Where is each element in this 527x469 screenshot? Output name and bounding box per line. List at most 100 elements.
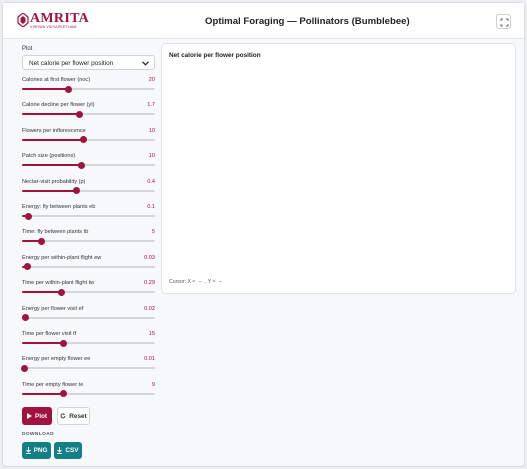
download-csv-button[interactable]: CSV [54,442,82,459]
slider-track[interactable] [22,237,155,245]
slider-fill [22,291,62,294]
slider-control[interactable]: Calorie decline per flower (yl) 1.7 [22,102,155,124]
slider-value: 1.7 [147,102,155,109]
slider-fill [22,164,82,167]
slider-label: Energy per empty flower ee [22,356,91,363]
cursor-x-label: Cursor: X ≈ [169,279,196,285]
slider-track[interactable] [22,110,155,118]
slider-label: Flowers per inflorescence [22,127,86,134]
download-csv-label: CSV [65,447,79,454]
slider-value: 15 [148,331,155,337]
slider-track[interactable] [22,390,155,398]
slider-track[interactable] [22,136,155,144]
slider-thumb[interactable] [21,364,29,372]
chart-title: Net calorie per flower position [169,52,261,59]
slider-control[interactable]: Time per within-plant flight tw 0.29 [22,280,155,302]
slider-track[interactable] [22,161,155,169]
slider-thumb[interactable] [73,187,81,195]
slider-control[interactable]: Energy per within-plant flight ew 0.03 [22,255,155,277]
slider-fill [22,392,64,395]
slider-value: 0.01 [144,356,155,363]
slider-label: Energy per within-plant flight ew [22,254,102,261]
cursor-x-value: – [198,279,202,285]
slider-track[interactable] [22,314,155,322]
slider-track[interactable] [21,364,155,372]
slider-thumb[interactable] [25,212,33,220]
slider-track[interactable] [22,212,155,220]
slider-track[interactable] [22,187,155,195]
slider-label: Calories at first flower (noc) [22,77,91,83]
amrita-logo: AMRITA VISHWA VIDYAPEETHAM [17,10,89,32]
slider-track[interactable] [22,263,155,271]
slider-track[interactable] [22,339,155,347]
plot-select-label: Plot [22,46,33,52]
slider-track[interactable] [22,288,155,296]
cursor-y-value: – [218,279,222,285]
slider-thumb[interactable] [75,110,83,118]
slider-label: Energy: fly between plants eb [22,204,96,210]
slider-thumb[interactable] [65,85,73,93]
slider-value: 10 [148,153,155,160]
app-title: Optimal Foraging — Pollinators (Bumblebe… [205,16,410,27]
reset-button-label: Reset [69,412,87,420]
slider-label: Time per flower visit tf [22,331,77,337]
slider-thumb[interactable] [59,390,67,398]
slider-fill [22,113,80,116]
slider-label: Nectar-visit probability (p) [22,178,86,185]
slider-label: Calorie decline per flower (yl) [22,102,95,109]
slider-label: Energy per flower visit ef [22,305,84,312]
slider-label: Time: fly between plants tb [22,229,89,236]
plot-type-select[interactable]: Net calorie per flower position [22,55,155,70]
slider-track[interactable] [22,85,155,93]
slider-fill [22,138,84,141]
slider-value: 0.29 [144,280,155,287]
slider-control[interactable]: Time per empty flower te 9 [22,382,155,404]
slider-value: 20 [148,77,155,83]
plot-button[interactable]: Plot [22,407,52,425]
slider-control[interactable]: Energy: fly between plants eb 0.1 [22,204,155,226]
fullscreen-button[interactable] [496,14,511,29]
slider-thumb[interactable] [78,161,86,169]
slider-control[interactable]: Energy per flower visit ef 0.02 [22,306,155,328]
slider-thumb[interactable] [58,288,66,296]
download-png-label: PNG [33,447,48,454]
slider-fill [22,88,69,90]
slider-fill [22,342,64,344]
logo-emblem-icon [17,13,29,27]
slider-control[interactable]: Time: fly between plants tb 5 [22,229,155,251]
app-frame: AMRITA VISHWA VIDYAPEETHAM Optimal Forag… [2,2,525,467]
slider-value: 10 [148,127,155,134]
slider-control[interactable]: Patch size (positions) 10 [22,153,155,175]
chart-panel: Net calorie per flower position Cursor: … [161,43,516,294]
slider-value: 0.02 [144,305,155,312]
reset-button[interactable]: Reset [57,407,90,425]
slider-thumb[interactable] [59,339,67,347]
slider-value: 0.1 [147,204,155,210]
slider-control[interactable]: Energy per empty flower ee 0.01 [21,356,155,378]
slider-value: 0.4 [147,178,155,185]
plot-button-label: Plot [34,412,48,420]
slider-control[interactable]: Flowers per inflorescence 10 [22,128,155,150]
slider-thumb[interactable] [38,237,46,245]
download-section-label: DOWNLOAD [22,432,54,437]
slider-control[interactable]: Calories at first flower (noc) 20 [22,77,155,99]
slider-thumb[interactable] [23,263,31,271]
cursor-y-label: , Y ≈ [205,279,216,285]
slider-label: Patch size (positions) [22,153,76,160]
slider-value: 5 [151,229,155,236]
slider-control[interactable]: Time per flower visit tf 15 [22,331,155,353]
slider-value: 9 [151,381,155,388]
play-icon [26,413,32,419]
slider-label: Time per within-plant flight tw [22,280,95,287]
slider-fill [22,189,77,192]
slider-thumb[interactable] [79,136,87,144]
plot-select-value: Net calorie per flower position [29,60,114,67]
download-png-button[interactable]: PNG [22,442,51,459]
expand-icon [500,18,509,27]
download-icon [57,447,63,454]
slider-thumb[interactable] [22,314,30,322]
chevron-down-icon [142,61,149,66]
slider-value: 0.03 [144,254,155,261]
slider-control[interactable]: Nectar-visit probability (p) 0.4 [22,179,155,201]
logo-subtext: VISHWA VIDYAPEETHAM [30,25,77,29]
